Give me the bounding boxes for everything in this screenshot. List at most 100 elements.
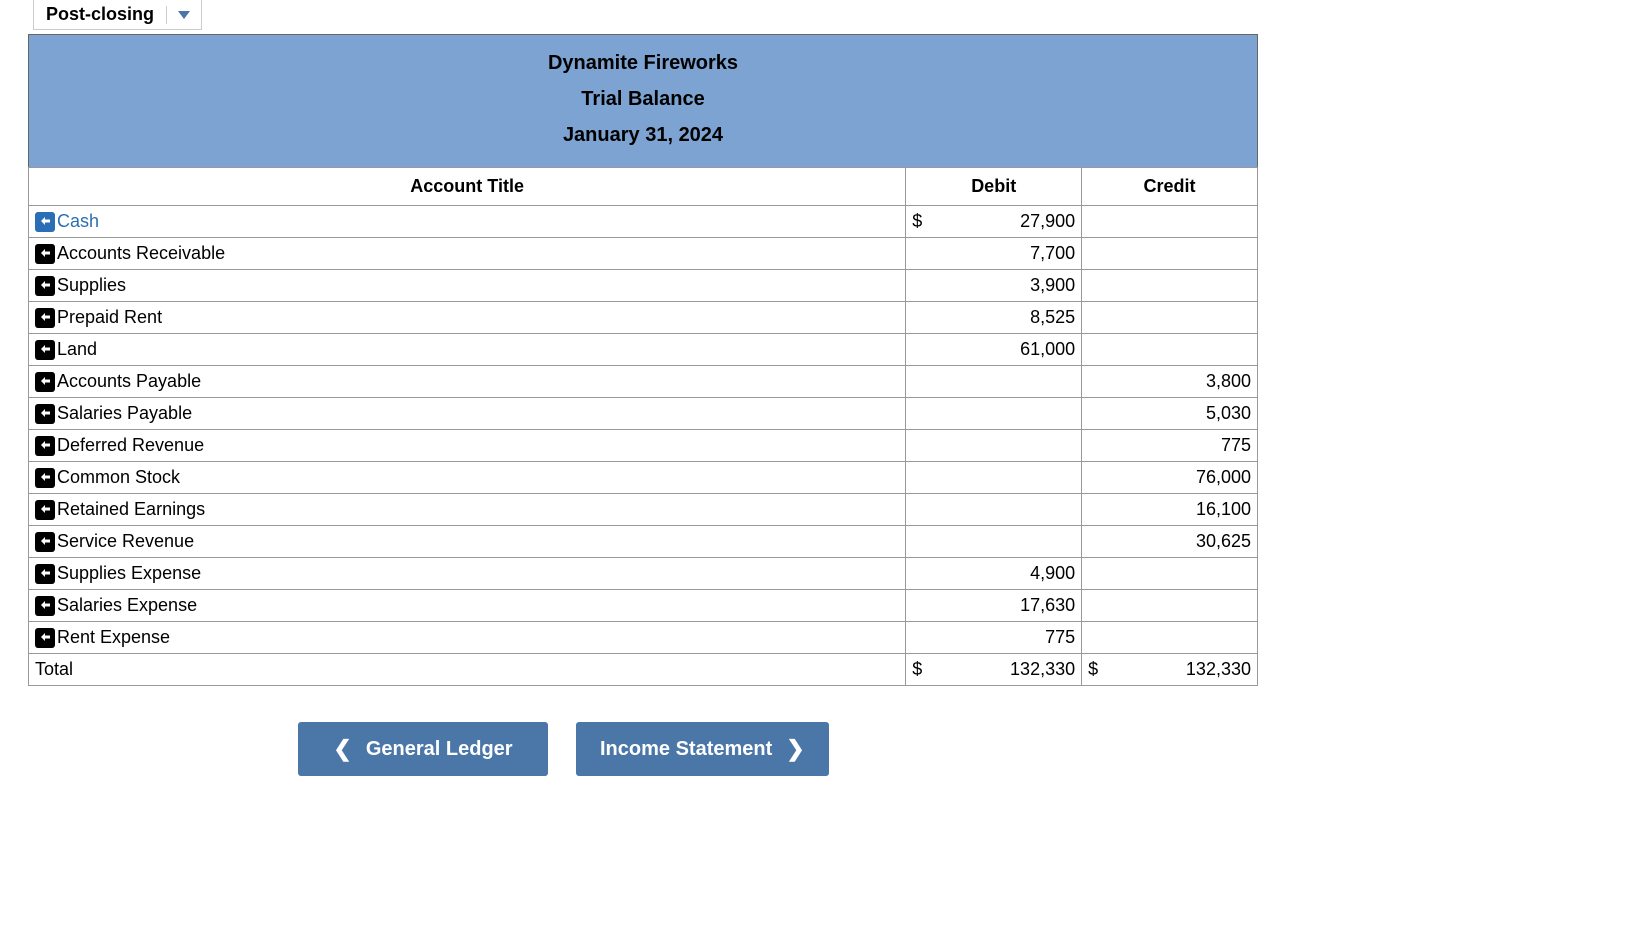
undo-icon[interactable]: [35, 436, 55, 456]
credit-value: 5,030: [1206, 403, 1251, 423]
undo-icon[interactable]: [35, 596, 55, 616]
undo-icon[interactable]: [35, 244, 55, 264]
account-title: Salaries Expense: [57, 595, 197, 616]
credit-value: 30,625: [1196, 531, 1251, 551]
debit-value: 17,630: [1020, 595, 1075, 615]
undo-icon[interactable]: [35, 212, 55, 232]
debit-cell[interactable]: 3,900: [906, 270, 1082, 302]
debit-cell[interactable]: 4,900: [906, 558, 1082, 590]
col-header-credit: Credit: [1082, 168, 1258, 206]
account-title: Accounts Receivable: [57, 243, 225, 264]
prev-button-label: General Ledger: [366, 738, 513, 761]
credit-cell[interactable]: 76,000: [1082, 462, 1258, 494]
chevron-right-icon: ❯: [786, 736, 804, 762]
debit-cell[interactable]: [906, 462, 1082, 494]
company-name: Dynamite Fireworks: [29, 45, 1257, 81]
debit-value: 7,700: [1030, 243, 1075, 263]
table-row: Deferred Revenue 775: [29, 430, 1258, 462]
account-title: Salaries Payable: [57, 403, 192, 424]
table-row: Prepaid Rent 8,525: [29, 302, 1258, 334]
table-row: Salaries Expense 17,630: [29, 590, 1258, 622]
total-debit-value: 132,330: [1010, 659, 1075, 679]
table-row: Supplies3,900: [29, 270, 1258, 302]
next-button-label: Income Statement: [600, 738, 772, 761]
debit-value: 3,900: [1030, 275, 1075, 295]
account-title[interactable]: Cash: [57, 211, 99, 232]
credit-value: 775: [1221, 435, 1251, 455]
col-header-title: Account Title: [29, 168, 906, 206]
table-row: Supplies Expense 4,900: [29, 558, 1258, 590]
credit-cell[interactable]: [1082, 238, 1258, 270]
table-row: Rent Expense775: [29, 622, 1258, 654]
debit-cell[interactable]: 17,630: [906, 590, 1082, 622]
credit-cell[interactable]: [1082, 206, 1258, 238]
debit-value: 61,000: [1020, 339, 1075, 359]
account-title: Service Revenue: [57, 531, 194, 552]
table-row: Service Revenue 30,625: [29, 526, 1258, 558]
credit-cell[interactable]: [1082, 270, 1258, 302]
debit-cell[interactable]: [906, 526, 1082, 558]
debit-cell[interactable]: 61,000: [906, 334, 1082, 366]
currency-symbol: $: [912, 659, 922, 680]
undo-icon[interactable]: [35, 276, 55, 296]
tab-label: Post-closing: [34, 0, 166, 29]
prev-button[interactable]: ❮ General Ledger: [298, 722, 548, 776]
report-name: Trial Balance: [29, 81, 1257, 117]
credit-cell[interactable]: 30,625: [1082, 526, 1258, 558]
chevron-down-icon[interactable]: [166, 6, 201, 24]
debit-cell[interactable]: 775: [906, 622, 1082, 654]
credit-cell[interactable]: 5,030: [1082, 398, 1258, 430]
debit-value: 4,900: [1030, 563, 1075, 583]
total-row: Total$132,330$132,330: [29, 654, 1258, 686]
debit-cell[interactable]: [906, 494, 1082, 526]
report-date: January 31, 2024: [29, 117, 1257, 153]
credit-cell[interactable]: 3,800: [1082, 366, 1258, 398]
debit-cell[interactable]: [906, 398, 1082, 430]
credit-cell[interactable]: 775: [1082, 430, 1258, 462]
credit-cell[interactable]: [1082, 590, 1258, 622]
tab-selector[interactable]: Post-closing: [33, 0, 202, 30]
credit-value: 3,800: [1206, 371, 1251, 391]
undo-icon[interactable]: [35, 372, 55, 392]
undo-icon[interactable]: [35, 404, 55, 424]
next-button[interactable]: Income Statement ❯: [576, 722, 829, 776]
currency-symbol: $: [912, 211, 922, 232]
credit-cell[interactable]: [1082, 334, 1258, 366]
debit-cell[interactable]: 8,525: [906, 302, 1082, 334]
table-row: Salaries Payable 5,030: [29, 398, 1258, 430]
account-title: Retained Earnings: [57, 499, 205, 520]
chevron-left-icon: ❮: [333, 736, 351, 762]
undo-icon[interactable]: [35, 500, 55, 520]
account-title: Accounts Payable: [57, 371, 201, 392]
debit-value: 775: [1045, 627, 1075, 647]
debit-cell[interactable]: $27,900: [906, 206, 1082, 238]
credit-cell[interactable]: [1082, 302, 1258, 334]
account-title: Prepaid Rent: [57, 307, 162, 328]
total-credit-cell: $132,330: [1082, 654, 1258, 686]
currency-symbol: $: [1088, 659, 1098, 680]
trial-balance-table: Account Title Debit Credit Cash $27,900 Ac…: [28, 167, 1258, 686]
debit-cell[interactable]: 7,700: [906, 238, 1082, 270]
debit-value: 8,525: [1030, 307, 1075, 327]
credit-value: 16,100: [1196, 499, 1251, 519]
undo-icon[interactable]: [35, 308, 55, 328]
credit-value: 76,000: [1196, 467, 1251, 487]
undo-icon[interactable]: [35, 468, 55, 488]
undo-icon[interactable]: [35, 340, 55, 360]
total-credit-value: 132,330: [1186, 659, 1251, 679]
table-row: Common Stock76,000: [29, 462, 1258, 494]
undo-icon[interactable]: [35, 532, 55, 552]
undo-icon[interactable]: [35, 628, 55, 648]
debit-value: 27,900: [1020, 211, 1075, 231]
table-row: Land 61,000: [29, 334, 1258, 366]
account-title: Supplies Expense: [57, 563, 201, 584]
account-title: Land: [57, 339, 97, 360]
credit-cell[interactable]: [1082, 558, 1258, 590]
debit-cell[interactable]: [906, 366, 1082, 398]
account-title: Deferred Revenue: [57, 435, 204, 456]
debit-cell[interactable]: [906, 430, 1082, 462]
undo-icon[interactable]: [35, 564, 55, 584]
credit-cell[interactable]: [1082, 622, 1258, 654]
col-header-debit: Debit: [906, 168, 1082, 206]
credit-cell[interactable]: 16,100: [1082, 494, 1258, 526]
